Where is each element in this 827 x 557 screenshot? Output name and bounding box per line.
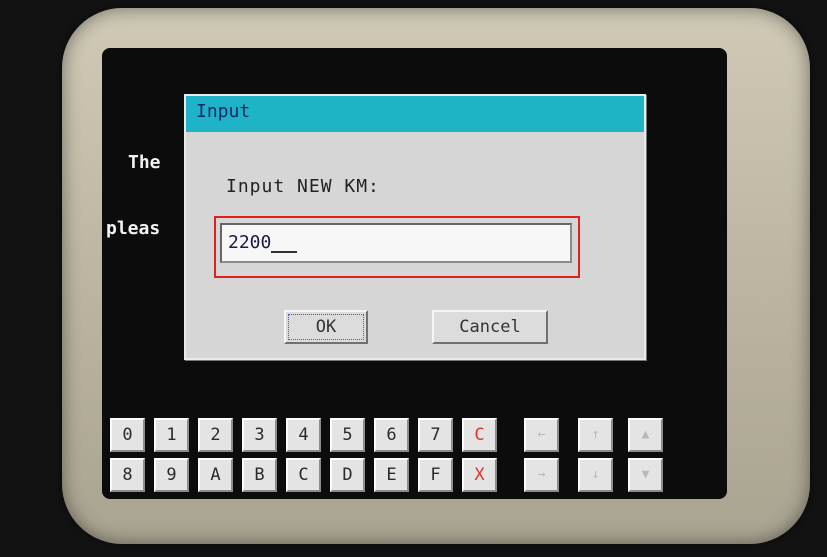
key-2[interactable]: 2 — [198, 418, 233, 452]
clear-key[interactable]: C — [462, 418, 497, 452]
km-input-value: 2200 — [228, 232, 272, 253]
key-e[interactable]: E — [374, 458, 409, 492]
left-arrow-key[interactable]: ← — [524, 418, 559, 452]
key-4[interactable]: 4 — [286, 418, 321, 452]
background-message: The pleas — [106, 108, 161, 284]
key-0[interactable]: 0 — [110, 418, 145, 452]
key-1[interactable]: 1 — [154, 418, 189, 452]
dialog-title: Input — [186, 96, 644, 132]
dialog-prompt: Input NEW KM: — [226, 176, 380, 197]
key-c[interactable]: C — [286, 458, 321, 492]
down-arrow-key[interactable]: ↓ — [578, 458, 613, 492]
key-3[interactable]: 3 — [242, 418, 277, 452]
page-down-key[interactable]: ▼ — [628, 458, 663, 492]
key-7[interactable]: 7 — [418, 418, 453, 452]
key-d[interactable]: D — [330, 458, 365, 492]
ok-button[interactable]: OK — [284, 310, 368, 344]
key-b[interactable]: B — [242, 458, 277, 492]
page-up-key[interactable]: ▲ — [628, 418, 663, 452]
key-8[interactable]: 8 — [110, 458, 145, 492]
background-line-2: pleas — [106, 218, 161, 239]
background-line-1: The — [128, 152, 161, 173]
right-arrow-key[interactable]: → — [524, 458, 559, 492]
key-9[interactable]: 9 — [154, 458, 189, 492]
text-cursor — [271, 233, 298, 253]
on-screen-keypad: 0 1 2 3 4 5 6 7 C ← ↑ ▲ 8 9 A B C D E F … — [110, 418, 714, 499]
key-5[interactable]: 5 — [330, 418, 365, 452]
cancel-button[interactable]: Cancel — [432, 310, 548, 344]
key-a[interactable]: A — [198, 458, 233, 492]
km-input-field[interactable]: 2200 — [220, 223, 572, 263]
up-arrow-key[interactable]: ↑ — [578, 418, 613, 452]
cancel-x-key[interactable]: X — [462, 458, 497, 492]
key-f[interactable]: F — [418, 458, 453, 492]
input-dialog: Input Input NEW KM: 2200 OK Cancel — [184, 94, 646, 360]
key-6[interactable]: 6 — [374, 418, 409, 452]
device-screen: The pleas Input Input NEW KM: 2200 OK Ca… — [102, 48, 727, 499]
